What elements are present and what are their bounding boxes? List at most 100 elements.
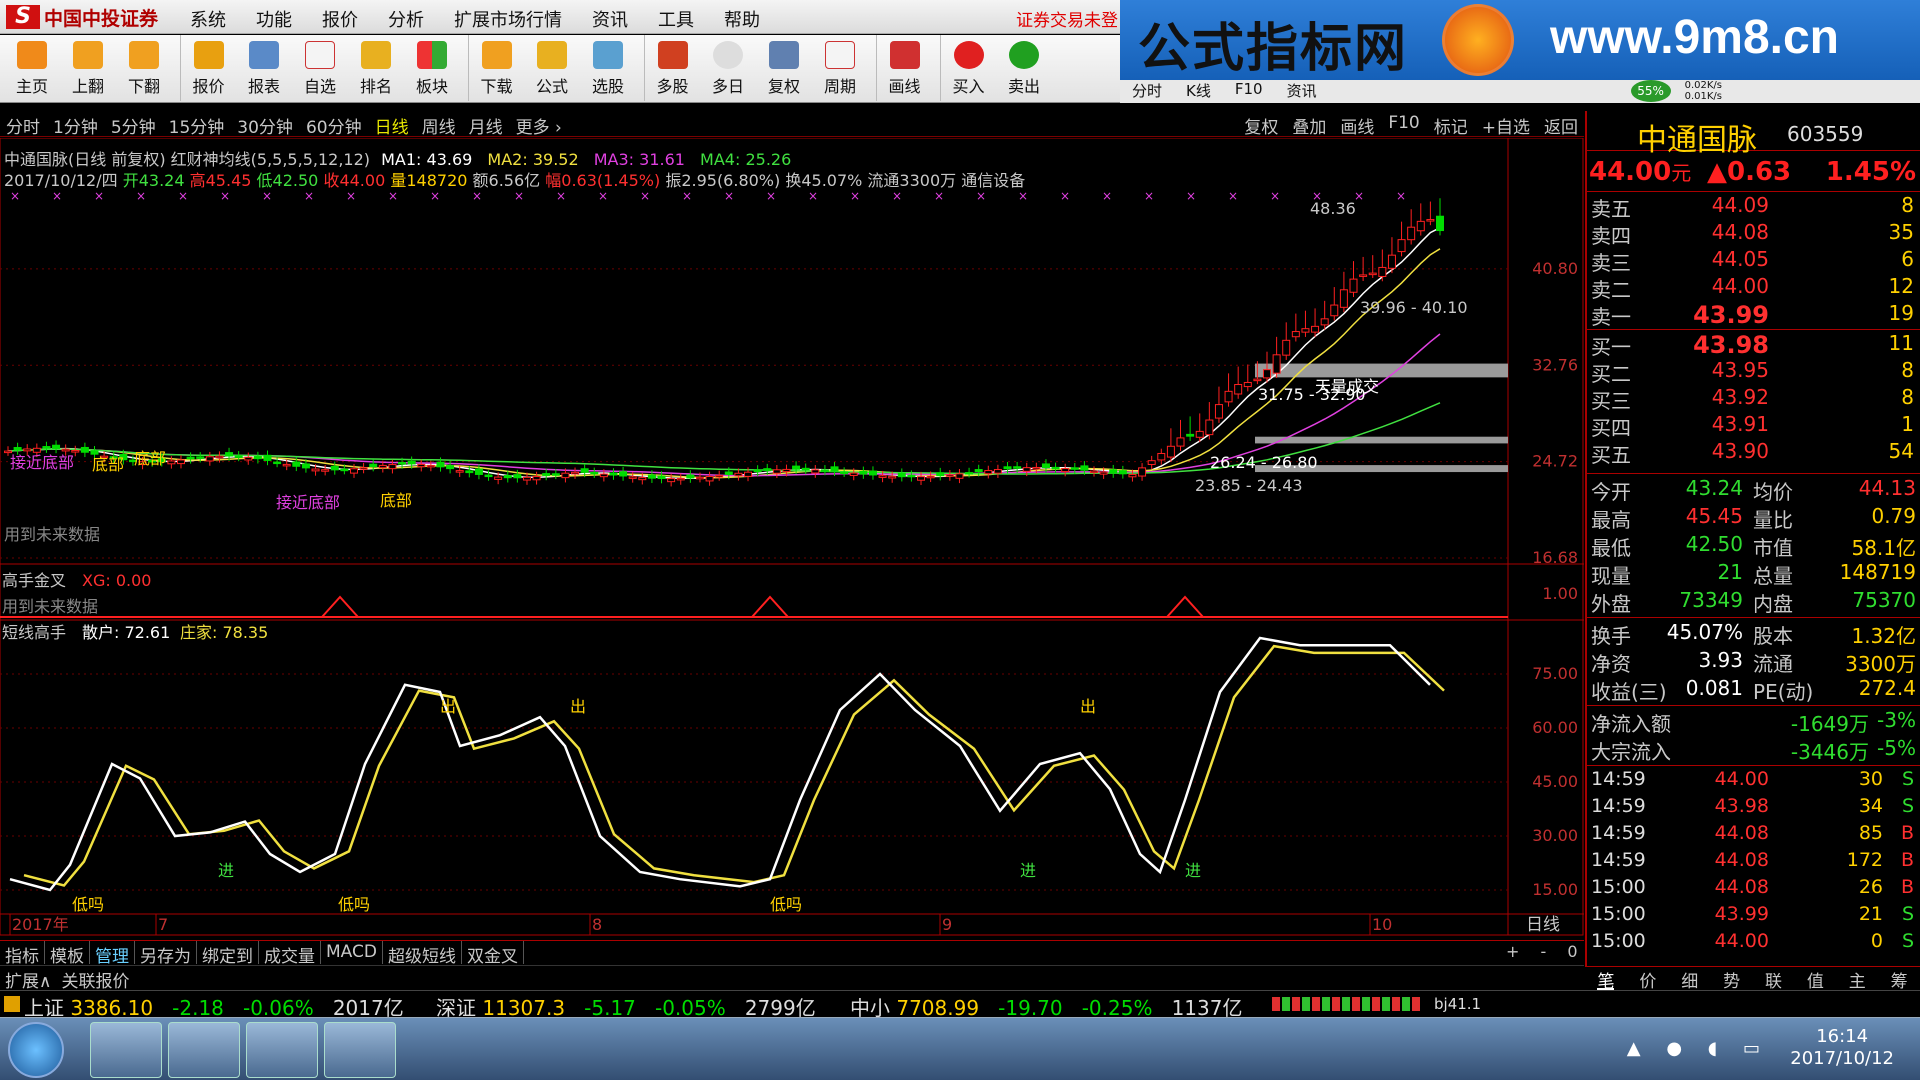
period-tab[interactable]: 分时 bbox=[6, 113, 40, 138]
quote-tab[interactable]: 势 bbox=[1723, 967, 1740, 992]
chart-tool-button[interactable]: 复权 bbox=[1244, 113, 1278, 138]
chart-tool-button[interactable]: F10 bbox=[1388, 113, 1419, 138]
gold-future-note: 用到未来数据 bbox=[2, 597, 98, 616]
candle-body bbox=[292, 461, 301, 467]
signal-dot: × bbox=[556, 189, 566, 203]
period-tab[interactable]: 30分钟 bbox=[237, 113, 293, 138]
period-tab[interactable]: 60分钟 bbox=[306, 113, 362, 138]
candle-body bbox=[1118, 470, 1127, 475]
chart-tool-button[interactable]: +自选 bbox=[1482, 113, 1530, 138]
chart-tool-button[interactable]: 标记 bbox=[1434, 113, 1468, 138]
indicator-tab[interactable]: 指标 bbox=[0, 941, 45, 967]
period-tab[interactable]: 5分钟 bbox=[111, 113, 156, 138]
stat-label: PE(动) bbox=[1753, 680, 1814, 704]
quote-tab[interactable]: 筹 bbox=[1891, 967, 1908, 992]
browser-task-icon[interactable] bbox=[90, 1022, 162, 1078]
period-tab[interactable]: 周线 bbox=[422, 113, 456, 138]
indicator-tab[interactable]: 模板 bbox=[45, 941, 90, 967]
period-tab[interactable]: 15分钟 bbox=[169, 113, 225, 138]
f10-tab[interactable]: F10 bbox=[1235, 80, 1263, 103]
indicator-tab[interactable]: 成交量 bbox=[259, 941, 321, 967]
chart-annotation: 48.36 bbox=[1310, 199, 1356, 218]
extension-tab[interactable]: 关联报价 bbox=[56, 966, 134, 992]
system-tray[interactable]: ▲ ● ◖ ▭ bbox=[1627, 1038, 1770, 1059]
order-book-row: 卖四 44.08 35 bbox=[1587, 220, 1920, 248]
media-task-icon[interactable] bbox=[168, 1022, 240, 1078]
indicator-tab[interactable]: 另存为 bbox=[135, 941, 197, 967]
menu-extended-market[interactable]: 扩展市场行情 bbox=[454, 6, 562, 32]
period-button[interactable]: 周期 bbox=[812, 35, 868, 101]
quote-tab[interactable]: 联 bbox=[1765, 967, 1782, 992]
news-tab[interactable]: 资讯 bbox=[1287, 80, 1317, 103]
intraday-tab[interactable]: 分时 bbox=[1132, 80, 1162, 103]
candle-body bbox=[1339, 289, 1348, 308]
formula-button[interactable]: 公式 bbox=[524, 35, 580, 101]
draw-line-button[interactable]: 画线 bbox=[876, 35, 932, 101]
order-book-row: 买五 43.90 54 bbox=[1587, 439, 1920, 467]
menu-system[interactable]: 系统 bbox=[190, 6, 226, 32]
stock-picker-button[interactable]: 选股 bbox=[580, 35, 636, 101]
quote-tab[interactable]: 细 bbox=[1681, 967, 1698, 992]
menu-tools[interactable]: 工具 bbox=[658, 6, 694, 32]
indicator-tab[interactable]: MACD bbox=[321, 941, 383, 964]
indicator-tab[interactable]: 超级短线 bbox=[383, 941, 462, 967]
page-up-button[interactable]: 上翻 bbox=[60, 35, 116, 101]
indicator-tab[interactable]: 绑定到 bbox=[197, 941, 259, 967]
chart-tool-button[interactable]: 画线 bbox=[1340, 113, 1374, 138]
start-button[interactable] bbox=[8, 1022, 64, 1078]
chart-tool-button[interactable]: 返回 bbox=[1544, 113, 1578, 138]
menu-quote[interactable]: 报价 bbox=[322, 6, 358, 32]
period-tab[interactable]: 日线 bbox=[375, 113, 409, 138]
quote-tab[interactable]: 价 bbox=[1639, 967, 1656, 992]
period-tab[interactable]: 月线 bbox=[469, 113, 503, 138]
candle-body bbox=[561, 472, 570, 479]
chart-tool-button[interactable]: 叠加 bbox=[1292, 113, 1326, 138]
price-tick-label: 16.68 bbox=[1532, 548, 1578, 567]
order-volume: 54 bbox=[1888, 439, 1914, 463]
support-zone-band bbox=[1255, 363, 1508, 378]
network-speed: 0.02K/s 0.01K/s bbox=[1685, 80, 1722, 103]
mountain-icon bbox=[657, 41, 688, 69]
quote-tab[interactable]: 主 bbox=[1849, 967, 1866, 992]
watchlist-button[interactable]: 自选 bbox=[292, 35, 348, 101]
multi-day-button[interactable]: 多日 bbox=[700, 35, 756, 101]
sector-button[interactable]: 板块 bbox=[404, 35, 460, 101]
broker-task-icon[interactable] bbox=[246, 1022, 318, 1078]
menu-function[interactable]: 功能 bbox=[256, 6, 292, 32]
period-tab[interactable]: 1分钟 bbox=[53, 113, 98, 138]
folder-task-icon[interactable] bbox=[324, 1022, 396, 1078]
candle-body bbox=[484, 474, 493, 478]
download-button[interactable]: 下载 bbox=[468, 35, 524, 101]
clock[interactable]: 16:14 2017/10/12 bbox=[1790, 1026, 1894, 1070]
page-down-button[interactable]: 下翻 bbox=[116, 35, 172, 101]
indicator-tab[interactable]: 双金叉 bbox=[462, 941, 524, 967]
home-button[interactable]: 主页 bbox=[4, 35, 60, 101]
candle-body bbox=[446, 465, 455, 470]
osc-signal-label: 出 bbox=[570, 697, 586, 716]
zoom-controls[interactable]: + - 0 bbox=[1506, 942, 1586, 961]
broker-logo: S 中国中投证券 bbox=[6, 4, 158, 30]
menu-analysis[interactable]: 分析 bbox=[388, 6, 424, 32]
trade-login-alert[interactable]: 证券交易未登 bbox=[1016, 6, 1118, 31]
kline-chart[interactable]: × × × × × × × × × × × × × × × × × × × × × × × × × × × × × × × × × × 48.36… bbox=[0, 138, 1584, 940]
period-tab[interactable]: 更多 › bbox=[516, 113, 562, 138]
osc-signal-label: 低吗 bbox=[72, 895, 104, 914]
candle-body bbox=[369, 463, 378, 468]
multi-stock-button[interactable]: 多股 bbox=[644, 35, 700, 101]
adjust-button[interactable]: 复权 bbox=[756, 35, 812, 101]
quote-button[interactable]: 报价 bbox=[180, 35, 236, 101]
report-button[interactable]: 报表 bbox=[236, 35, 292, 101]
ranking-button[interactable]: 排名 bbox=[348, 35, 404, 101]
kline-tab[interactable]: K线 bbox=[1186, 80, 1211, 103]
menu-info[interactable]: 资讯 bbox=[592, 6, 628, 32]
quote-tab[interactable]: 值 bbox=[1807, 967, 1824, 992]
quote-tab[interactable]: 笔 bbox=[1597, 967, 1615, 992]
tick-volume: 85 bbox=[1858, 822, 1883, 844]
indicator-tab[interactable]: 管理 bbox=[90, 941, 135, 967]
menu-help[interactable]: 帮助 bbox=[724, 6, 760, 32]
sell-button[interactable]: 卖出 bbox=[996, 35, 1052, 101]
buy-button[interactable]: 买入 bbox=[940, 35, 996, 101]
candle-body bbox=[71, 450, 80, 453]
stat-label: 收益(三) bbox=[1591, 680, 1667, 704]
extension-tab[interactable]: 扩展∧ bbox=[0, 966, 56, 992]
